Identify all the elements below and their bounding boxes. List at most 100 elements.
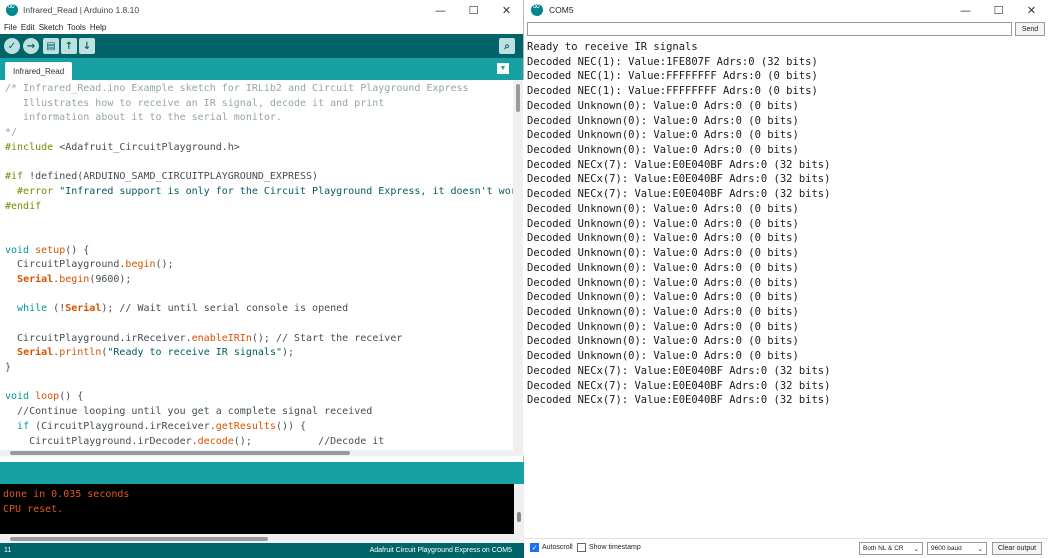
serial-monitor-button[interactable]: ⌕ bbox=[499, 38, 515, 54]
autoscroll-checkbox[interactable]: ✓ Autoscroll bbox=[530, 543, 573, 552]
code-line: CircuitPlayground.irDecoder.decode(); //… bbox=[5, 435, 524, 450]
code-token: CircuitPlayground.irDecoder. bbox=[5, 435, 198, 447]
code-line: #include <Adafruit_CircuitPlayground.h> bbox=[5, 141, 524, 156]
editor-vertical-scrollbar[interactable] bbox=[513, 80, 523, 450]
save-sketch-button[interactable]: ↓ bbox=[79, 38, 95, 54]
maximize-icon[interactable]: ☐ bbox=[982, 0, 1015, 20]
checkbox-unchecked-icon[interactable] bbox=[577, 543, 586, 552]
checkbox-checked-icon[interactable]: ✓ bbox=[530, 543, 539, 552]
maximize-icon[interactable]: ☐ bbox=[457, 0, 490, 20]
code-token: Serial bbox=[17, 347, 54, 359]
line-number: 11 bbox=[4, 547, 12, 554]
code-line: #if !defined(ARDUINO_SAMD_CIRCUITPLAYGRO… bbox=[5, 170, 524, 185]
code-editor[interactable]: /* Infrared_Read.ino Example sketch for … bbox=[0, 80, 524, 456]
open-sketch-button[interactable]: ↑ bbox=[61, 38, 77, 54]
upload-button[interactable]: → bbox=[23, 38, 39, 54]
new-sketch-button[interactable]: ▤ bbox=[43, 38, 59, 54]
chevron-down-icon: ⌄ bbox=[977, 545, 983, 553]
line-ending-select[interactable]: Both NL & CR ⌄ bbox=[859, 542, 923, 555]
serial-output-line: Decoded Unknown(0): Value:0 Adrs:0 (0 bi… bbox=[527, 129, 799, 142]
monitor-titlebar: COM5 — ☐ ✕ bbox=[525, 0, 1048, 20]
code-token: getResults bbox=[215, 420, 276, 432]
show-timestamp-checkbox[interactable]: Show timestamp bbox=[577, 543, 641, 552]
menu-tools[interactable]: Tools bbox=[67, 23, 86, 32]
code-line: */ bbox=[5, 126, 524, 141]
code-line: /* Infrared_Read.ino Example sketch for … bbox=[5, 82, 524, 97]
ide-tabbar: Infrared_Read ▼ bbox=[0, 58, 523, 80]
minimize-icon[interactable]: — bbox=[424, 0, 457, 20]
scrollbar-thumb[interactable] bbox=[10, 537, 268, 541]
arduino-ide-window: Infrared_Read | Arduino 1.8.10 — ☐ ✕ Fil… bbox=[0, 0, 524, 558]
menu-edit[interactable]: Edit bbox=[21, 23, 35, 32]
serial-output-line: Decoded Unknown(0): Value:0 Adrs:0 (0 bi… bbox=[527, 247, 799, 260]
message-bar bbox=[0, 462, 524, 484]
serial-output-line: Decoded Unknown(0): Value:0 Adrs:0 (0 bi… bbox=[527, 114, 799, 127]
code-token: begin bbox=[125, 259, 156, 271]
code-token: ); bbox=[282, 347, 295, 359]
monitor-window-controls: — ☐ ✕ bbox=[949, 0, 1048, 20]
ide-toolbar: ✓ → ▤ ↑ ↓ ⌕ bbox=[0, 34, 523, 58]
baud-rate-select[interactable]: 9600 baud ⌄ bbox=[927, 542, 987, 555]
code-token: "Infrared support is only for the Circui… bbox=[59, 185, 523, 197]
scrollbar-thumb[interactable] bbox=[517, 512, 521, 522]
line-ending-value: Both NL & CR bbox=[863, 545, 904, 552]
show-timestamp-label: Show timestamp bbox=[589, 544, 641, 551]
serial-output-line: Decoded Unknown(0): Value:0 Adrs:0 (0 bi… bbox=[527, 217, 799, 230]
serial-input[interactable] bbox=[527, 22, 1012, 36]
code-token: loop bbox=[35, 391, 60, 403]
serial-output-line: Decoded Unknown(0): Value:0 Adrs:0 (0 bi… bbox=[527, 291, 799, 304]
close-icon[interactable]: ✕ bbox=[490, 0, 523, 20]
menu-file[interactable]: File bbox=[4, 23, 17, 32]
code-token: !defined(ARDUINO_SAMD_CIRCUITPLAYGROUND_… bbox=[29, 171, 319, 183]
serial-output-line: Decoded Unknown(0): Value:0 Adrs:0 (0 bi… bbox=[527, 320, 799, 333]
code-token: void bbox=[5, 391, 36, 403]
code-token: #if bbox=[5, 171, 30, 183]
code-token: println bbox=[59, 347, 102, 359]
editor-horizontal-scrollbar[interactable] bbox=[0, 450, 524, 456]
arduino-logo-icon bbox=[531, 1, 543, 16]
code-token: Serial bbox=[65, 303, 102, 315]
code-line: Illustrates how to receive an IR signal,… bbox=[5, 97, 524, 112]
code-token: #endif bbox=[5, 200, 42, 212]
serial-output-line: Decoded NECx(7): Value:E0E040BF Adrs:0 (… bbox=[527, 173, 831, 186]
code-token: (CircuitPlayground.irReceiver. bbox=[29, 420, 216, 432]
code-line: CircuitPlayground.begin(); bbox=[5, 258, 524, 273]
serial-output[interactable]: Ready to receive IR signals Decoded NEC(1… bbox=[527, 40, 1045, 536]
code-token: if bbox=[17, 420, 30, 432]
serial-output-line: Decoded NEC(1): Value:1FE807F Adrs:0 (32… bbox=[527, 55, 818, 68]
console-vertical-scrollbar[interactable] bbox=[514, 484, 524, 534]
clear-output-button[interactable]: Clear output bbox=[992, 542, 1042, 555]
serial-output-line: Decoded Unknown(0): Value:0 Adrs:0 (0 bi… bbox=[527, 232, 799, 245]
scrollbar-thumb[interactable] bbox=[10, 451, 350, 455]
code-token: while bbox=[17, 303, 48, 315]
ide-menubar: File Edit Sketch Tools Help bbox=[0, 20, 523, 34]
serial-output-line: Decoded Unknown(0): Value:0 Adrs:0 (0 bi… bbox=[527, 99, 799, 112]
code-token: */ bbox=[5, 127, 18, 139]
tab-infrared-read[interactable]: Infrared_Read bbox=[5, 62, 73, 80]
code-token: decode bbox=[197, 435, 234, 447]
code-line: #error "Infrared support is only for the… bbox=[5, 185, 524, 200]
console-line: CPU reset. bbox=[3, 504, 64, 515]
serial-output-line: Decoded Unknown(0): Value:0 Adrs:0 (0 bi… bbox=[527, 305, 799, 318]
menu-sketch[interactable]: Sketch bbox=[39, 23, 63, 32]
console-horizontal-scrollbar[interactable] bbox=[0, 534, 524, 543]
menu-help[interactable]: Help bbox=[90, 23, 106, 32]
verify-button[interactable]: ✓ bbox=[4, 38, 20, 54]
code-token: } bbox=[5, 362, 12, 374]
send-button[interactable]: Send bbox=[1015, 22, 1045, 36]
monitor-window-title: COM5 bbox=[549, 5, 574, 15]
code-token: CircuitPlayground. bbox=[5, 259, 126, 271]
scrollbar-thumb[interactable] bbox=[516, 84, 520, 112]
tab-menu-icon[interactable]: ▼ bbox=[497, 63, 509, 74]
code-token: (); //Decode it bbox=[233, 435, 385, 447]
minimize-icon[interactable]: — bbox=[949, 0, 982, 20]
close-icon[interactable]: ✕ bbox=[1015, 0, 1048, 20]
serial-output-line: Decoded Unknown(0): Value:0 Adrs:0 (0 bi… bbox=[527, 335, 799, 348]
console-line: done in 0.035 seconds bbox=[3, 489, 130, 500]
code-text[interactable]: /* Infrared_Read.ino Example sketch for … bbox=[5, 82, 524, 449]
